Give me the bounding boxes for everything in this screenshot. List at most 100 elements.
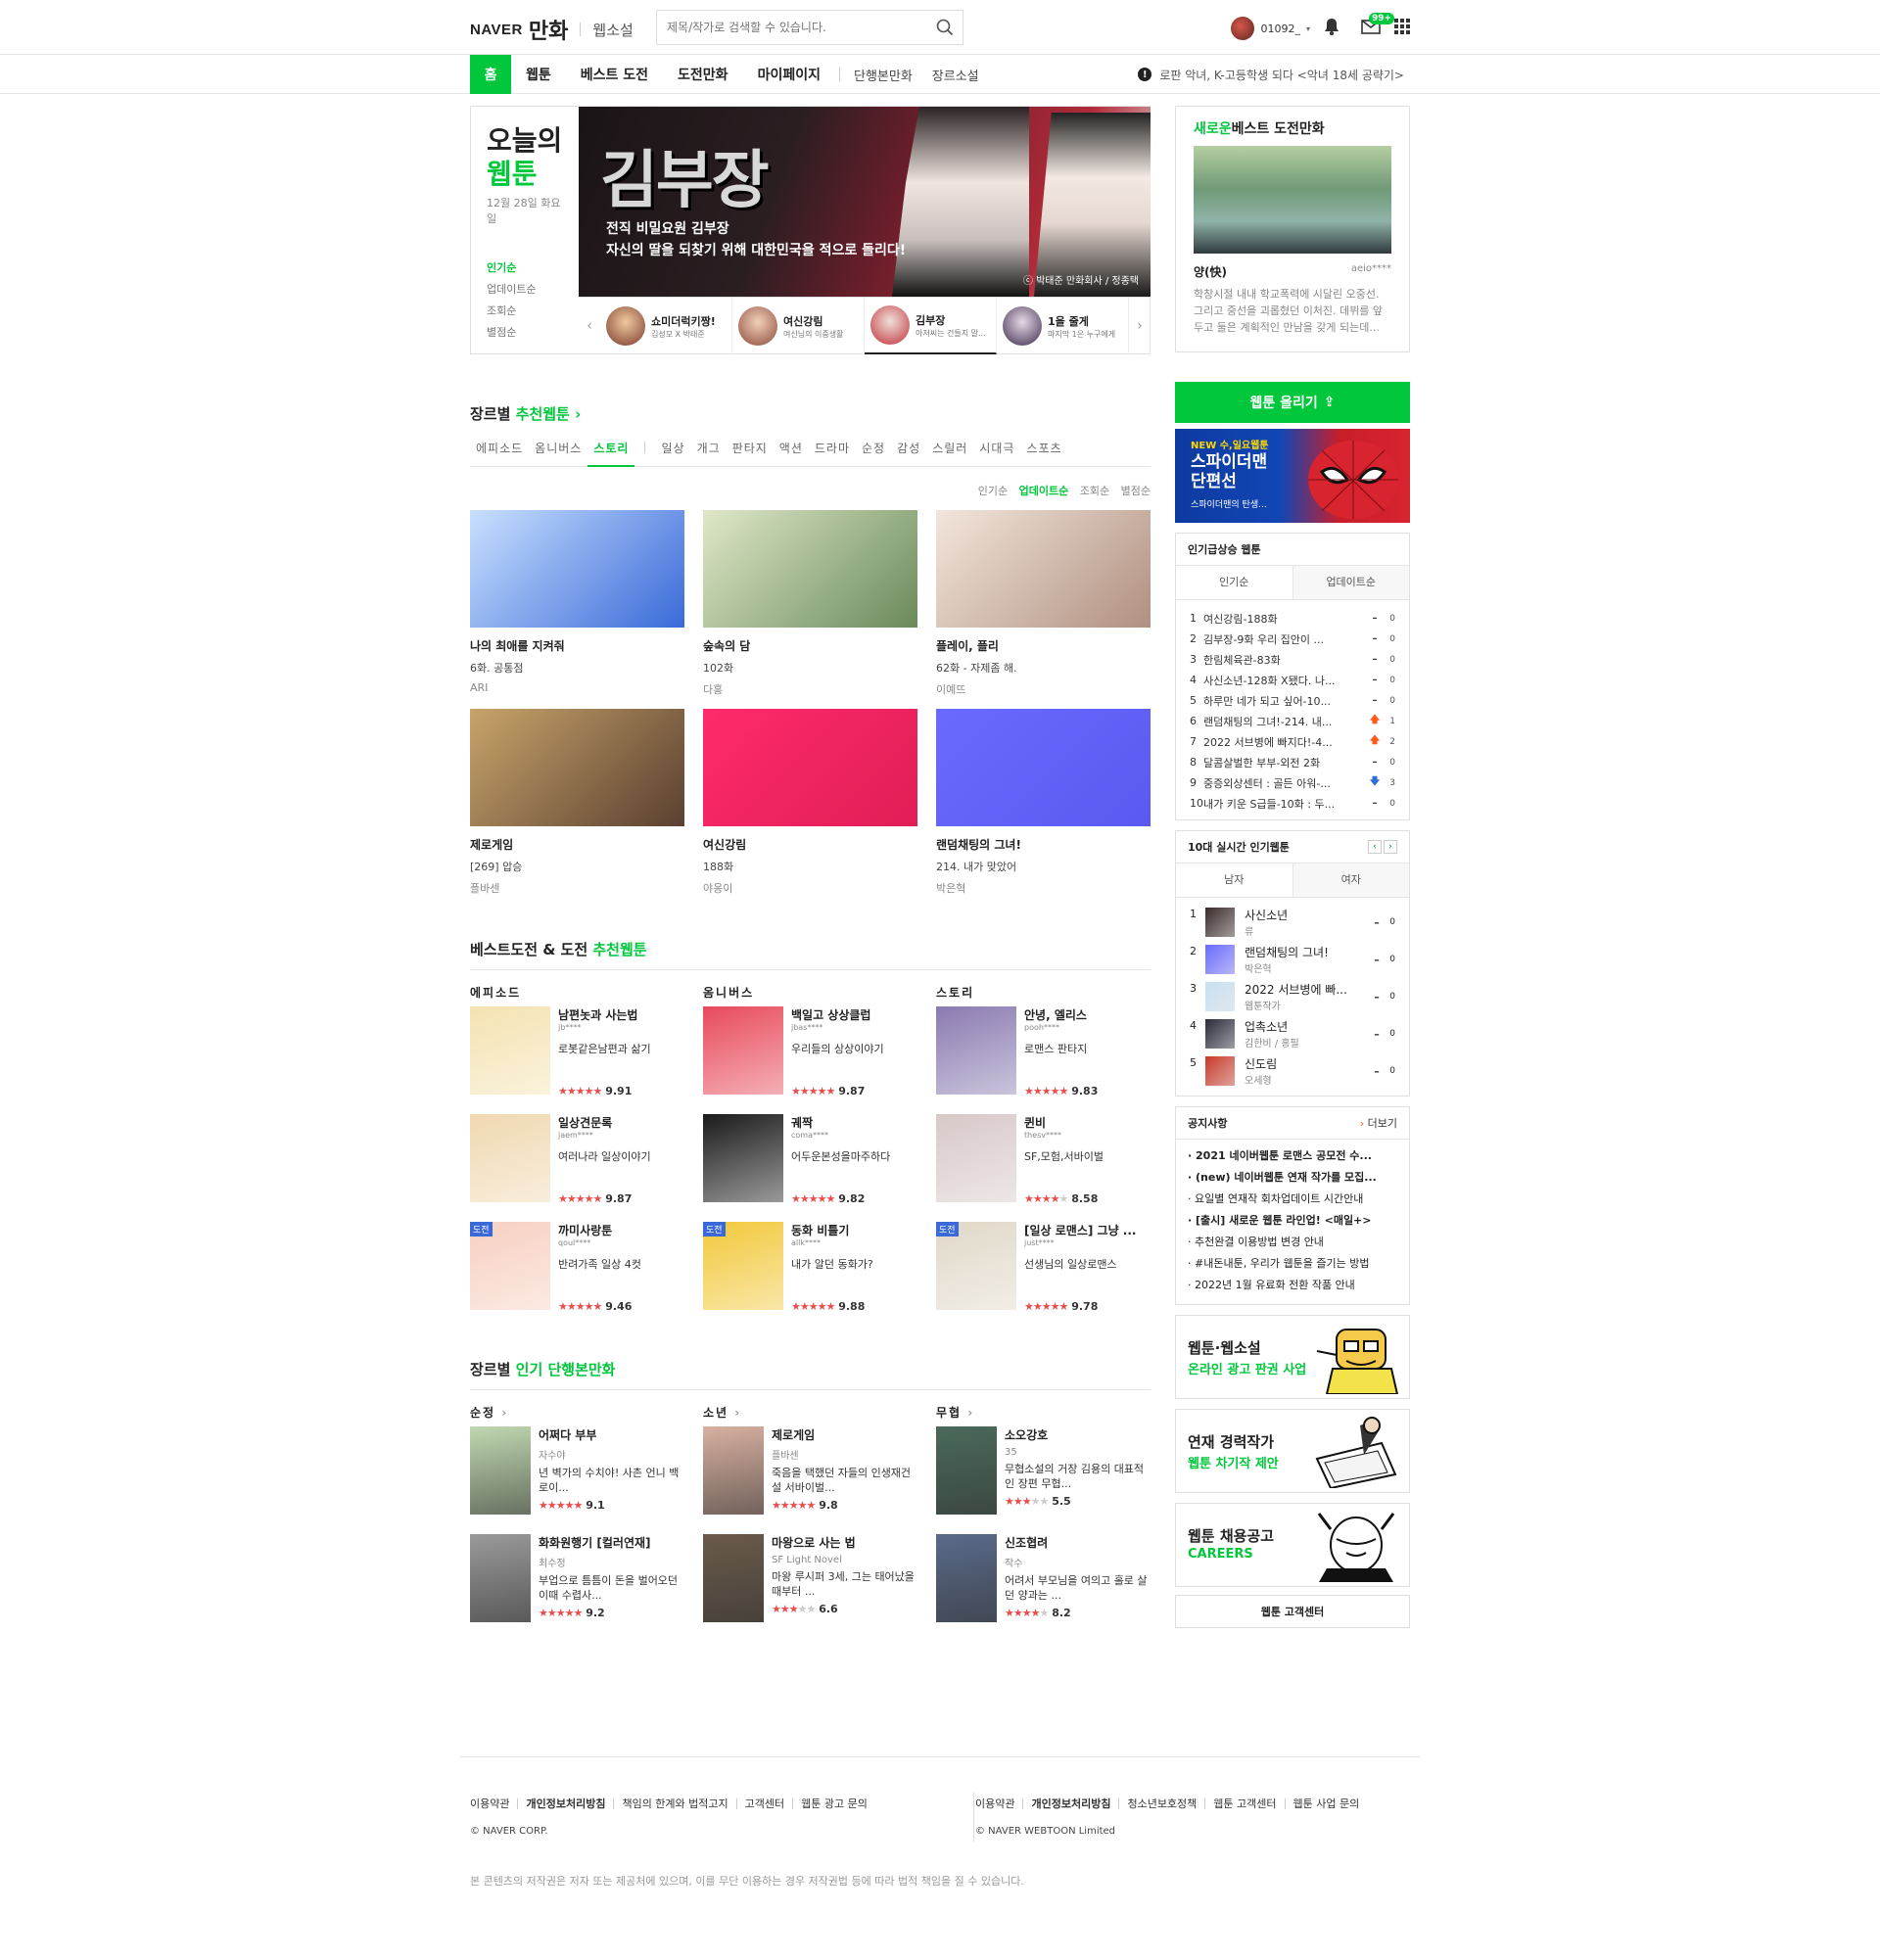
- card-episode[interactable]: 214. 내가 맞았어: [936, 859, 1151, 874]
- nav-best-challenge[interactable]: 베스트 도전: [566, 55, 663, 94]
- rank-title[interactable]: 2022 서브병에 빠지다!-4...: [1203, 734, 1368, 750]
- upload-webtoon-button[interactable]: 웹툰 올리기 ⇪: [1175, 382, 1410, 423]
- rank-row[interactable]: 8 달콤살벌한 부부-외전 2화 –0: [1190, 752, 1395, 772]
- sort-rating[interactable]: 별점순: [1121, 485, 1151, 497]
- item-thumbnail[interactable]: [936, 1006, 1016, 1095]
- rank-row[interactable]: 2 김부장-9화 우리 집안이 ... –0: [1190, 629, 1395, 649]
- item-thumbnail[interactable]: [936, 1114, 1016, 1202]
- book-title[interactable]: 마왕으로 사는 법: [772, 1534, 917, 1551]
- tab-comic[interactable]: 개그: [691, 440, 727, 467]
- book-title[interactable]: 제로게임: [772, 1426, 917, 1443]
- tab-drama[interactable]: 드라마: [809, 440, 856, 467]
- tab-thriller[interactable]: 스릴러: [926, 440, 973, 467]
- caret-down-icon[interactable]: ▾: [1306, 24, 1310, 33]
- footer-link[interactable]: 웹툰 고객센터: [1204, 1798, 1284, 1809]
- section-title[interactable]: 장르별 추천웹툰 ›: [470, 403, 1151, 424]
- challenge-item[interactable]: 도전 까미사랑툰 qoul**** 반려가족 일상 4컷 ★★★★★ 9.46: [470, 1222, 684, 1313]
- item-thumbnail[interactable]: 도전: [470, 1222, 550, 1310]
- item-title[interactable]: 퀸비: [1024, 1114, 1151, 1131]
- tab-sensibility[interactable]: 감성: [891, 440, 926, 467]
- ad-banner[interactable]: 연재 경력작가 웹툰 차기작 제안: [1175, 1409, 1410, 1493]
- rank-tab-update[interactable]: 업데이트순: [1292, 566, 1409, 599]
- card-title[interactable]: 플레이, 플리: [936, 637, 1151, 654]
- spiderman-ad[interactable]: NEW 수,일요웹툰 스파이더맨 단편선 스파이더맨의 탄생...: [1175, 429, 1410, 523]
- card-episode[interactable]: 6화. 공통점: [470, 660, 684, 676]
- live-thumbnail[interactable]: [1205, 1056, 1235, 1086]
- rank-title[interactable]: 하루만 네가 되고 싶어-10...: [1203, 693, 1368, 709]
- card-episode[interactable]: 188화: [703, 859, 917, 874]
- banner-thumb[interactable]: 1을 줄게 마지막 1은 누구에게: [997, 298, 1129, 354]
- nav-book-comics[interactable]: 단행본만화: [844, 66, 922, 84]
- item-thumbnail[interactable]: [470, 1006, 550, 1095]
- live-tab-female[interactable]: 여자: [1292, 863, 1409, 897]
- live-row[interactable]: 2 랜덤채팅의 그녀! 박은혁 –0: [1176, 941, 1409, 978]
- banner-thumb[interactable]: 여신강림 여신님의 이중생활: [732, 298, 865, 354]
- item-thumbnail[interactable]: [470, 1114, 550, 1202]
- rank-row[interactable]: 3 한림체육관-83화 –0: [1190, 649, 1395, 670]
- book-title[interactable]: 어쩌다 부부: [539, 1426, 684, 1443]
- rank-row[interactable]: 4 사신소년-128화 X됐다. 나... – 0: [1190, 670, 1395, 690]
- notice-item[interactable]: · (new) 네이버웹툰 연재 작가를 모집...: [1188, 1167, 1397, 1189]
- book-item[interactable]: 화화원행기 [컬러연재] 최수정 부업으로 틈틈이 돈을 벌어오던 이때 수렵사..…: [470, 1534, 684, 1622]
- banner-thumb-active[interactable]: 김부장 아저씨는 건들지 말...: [865, 298, 997, 354]
- footer-link[interactable]: 고객센터: [735, 1798, 792, 1809]
- card-episode[interactable]: 62화 - 자제좀 해.: [936, 660, 1151, 676]
- tab-omnibus[interactable]: 옴니버스: [529, 440, 588, 467]
- card-title[interactable]: 숲속의 담: [703, 637, 917, 654]
- card-thumbnail[interactable]: [936, 709, 1151, 826]
- rank-title[interactable]: 랜덤채팅의 그녀!-214. 내...: [1203, 714, 1368, 729]
- rank-row[interactable]: 5 하루만 네가 되고 싶어-10... –0: [1190, 690, 1395, 711]
- user-menu[interactable]: 01092_ ▾: [1231, 17, 1310, 40]
- footer-link[interactable]: 이용약관: [470, 1798, 517, 1809]
- rank-row[interactable]: 6 랜덤채팅의 그녀!-214. 내... 🡅 1: [1190, 711, 1395, 731]
- footer-link[interactable]: 이용약관: [975, 1798, 1022, 1809]
- item-title[interactable]: 일상견문록: [558, 1114, 684, 1131]
- item-title[interactable]: 남편놋과 사는법: [558, 1006, 684, 1023]
- challenge-item[interactable]: 남편놋과 사는법 jb**** 로봇같은남편과 삶기 ★★★★★ 9.91: [470, 1006, 684, 1097]
- search-input[interactable]: [667, 21, 927, 34]
- live-title[interactable]: 2022 서브병에 빠...: [1245, 981, 1370, 998]
- sort-update[interactable]: 업데이트순: [487, 279, 537, 301]
- notice-item[interactable]: · 2022년 1월 유료화 전환 작품 안내: [1188, 1275, 1397, 1296]
- item-title[interactable]: 동화 비틀기: [791, 1222, 917, 1238]
- rank-row[interactable]: 10 내가 키운 S급들-10화 : 두... –0: [1190, 793, 1395, 814]
- challenge-item[interactable]: 도전 [일상 로맨스] 그냥 ... just**** 선생님의 일상로맨스 ★★★★★…: [936, 1222, 1151, 1313]
- tab-action[interactable]: 액션: [774, 440, 809, 467]
- live-row[interactable]: 1 사신소년 류 –0: [1176, 904, 1409, 941]
- nav-webtoon[interactable]: 웹툰: [511, 55, 566, 94]
- new-best-challenge[interactable]: 새로운베스트 도전만화 양(快) aeio**** 학창시절 내내 학교폭력에 시…: [1175, 106, 1410, 352]
- rank-row[interactable]: 1 여신강림-188화 –0: [1190, 608, 1395, 629]
- apps-grid-icon[interactable]: [1394, 19, 1410, 38]
- column-title[interactable]: 소년 ›: [703, 1404, 917, 1421]
- rank-row[interactable]: 7 2022 서브병에 빠지다!-4... 🡅 2: [1190, 731, 1395, 752]
- manhwa-logo[interactable]: 만화: [529, 14, 568, 45]
- notice-item[interactable]: · 요일별 연재작 회차업데이트 시간안내: [1188, 1189, 1397, 1210]
- challenge-item[interactable]: 일상견문록 jaem**** 여러나라 일상이야기 ★★★★★ 9.87: [470, 1114, 684, 1205]
- sort-views[interactable]: 조회순: [1080, 485, 1109, 497]
- rank-title[interactable]: 한림체육관-83화: [1203, 652, 1368, 668]
- card-episode[interactable]: 102화: [703, 660, 917, 676]
- live-thumbnail[interactable]: [1205, 1019, 1235, 1049]
- book-item[interactable]: 마왕으로 사는 법 SF Light Novel 마왕 루시퍼 3세, 그는 태어났…: [703, 1534, 917, 1622]
- live-tab-male[interactable]: 남자: [1176, 863, 1292, 897]
- card-thumbnail[interactable]: [470, 510, 684, 628]
- item-title[interactable]: [일상 로맨스] 그냥 ...: [1024, 1222, 1151, 1238]
- next-arrow-icon[interactable]: ›: [1384, 840, 1397, 854]
- column-title[interactable]: 무협 ›: [936, 1404, 1151, 1421]
- banner-thumb[interactable]: 쇼미더럭키짱! 김성모 X 박태준: [600, 298, 732, 354]
- mail-icon[interactable]: 99+: [1361, 13, 1395, 38]
- rank-title[interactable]: 중증외상센터 : 골든 아워-...: [1203, 775, 1368, 791]
- challenge-item[interactable]: 안녕, 엘리스 pooh**** 로맨스 판타지 ★★★★★ 9.83: [936, 1006, 1151, 1097]
- live-row[interactable]: 5 신도림 오세형 –0: [1176, 1052, 1409, 1090]
- card-thumbnail[interactable]: [470, 709, 684, 826]
- live-thumbnail[interactable]: [1205, 945, 1235, 974]
- rank-tab-popular[interactable]: 인기순: [1176, 566, 1292, 599]
- tab-romance[interactable]: 순정: [856, 440, 891, 467]
- ad-banner[interactable]: 웹툰 채용공고 CAREERS: [1175, 1503, 1410, 1587]
- card-title[interactable]: 제로게임: [470, 836, 684, 853]
- notice-more-link[interactable]: › 더보기: [1360, 1115, 1397, 1131]
- item-title[interactable]: 안녕, 엘리스: [1024, 1006, 1151, 1023]
- notice-item[interactable]: · [출시] 새로운 웹툰 라인업! <매일+>: [1188, 1210, 1397, 1232]
- live-row[interactable]: 4 업촉소년 김한비 / 홍필 –0: [1176, 1015, 1409, 1052]
- sort-popular[interactable]: 인기순: [487, 257, 537, 279]
